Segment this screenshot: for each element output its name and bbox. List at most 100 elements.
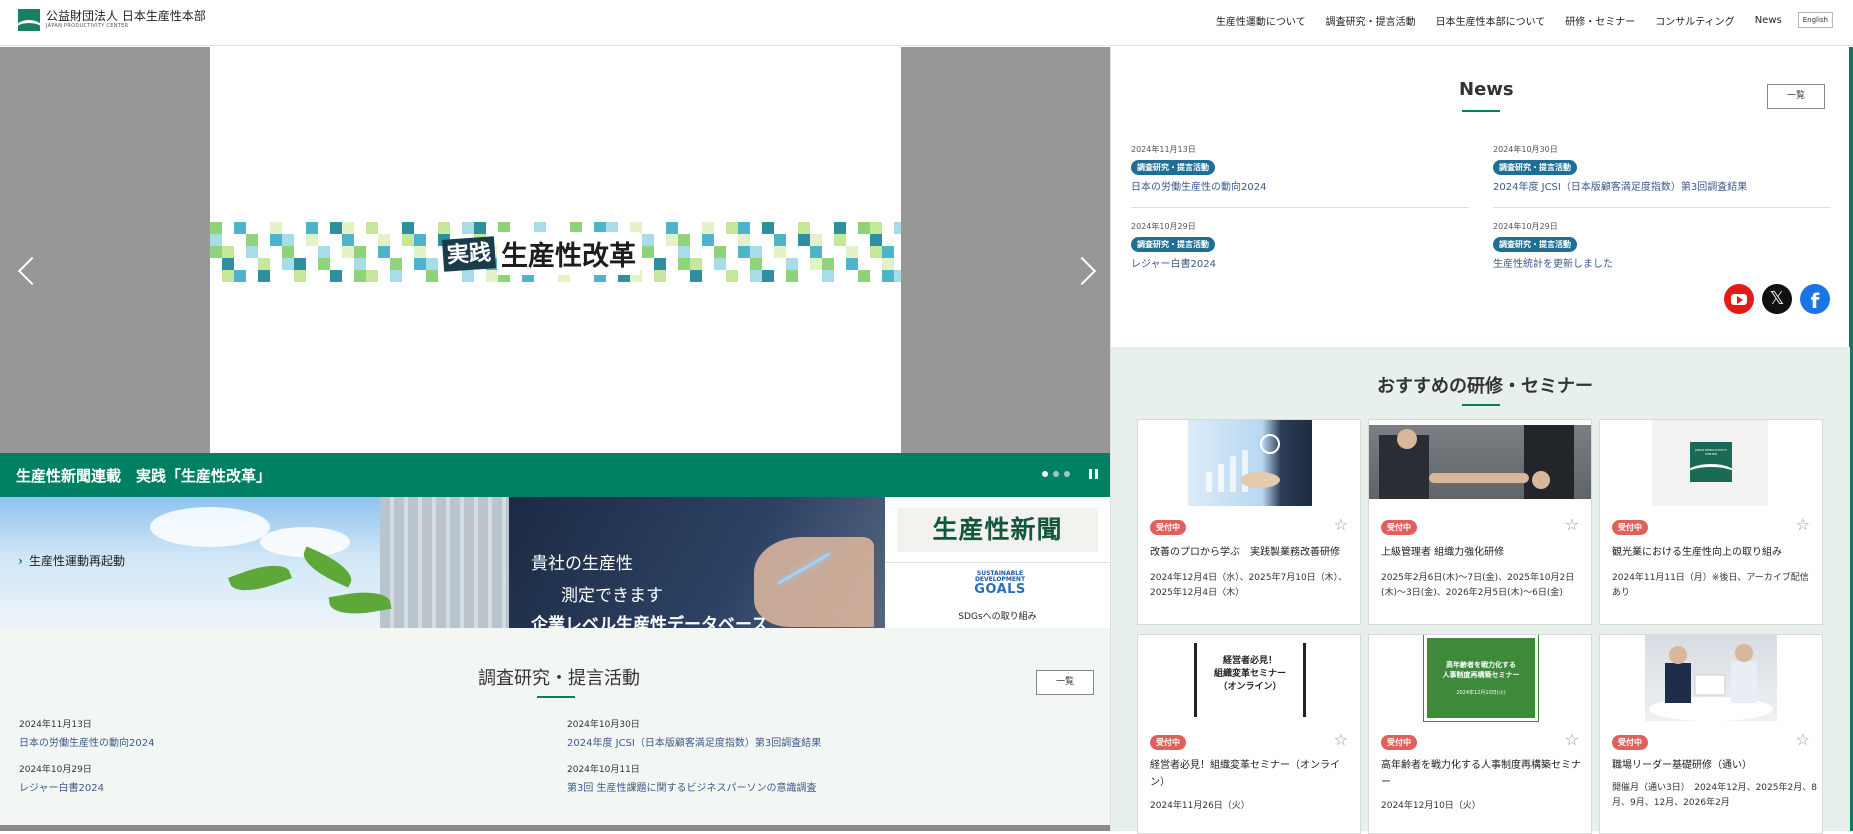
banner-restart-label: 生産性運動再起動 bbox=[18, 552, 125, 569]
checker-square bbox=[702, 222, 714, 234]
checker-square bbox=[798, 234, 810, 246]
seminar-title-rule bbox=[1462, 404, 1500, 406]
checker-square bbox=[354, 258, 366, 270]
checker-square bbox=[402, 234, 414, 246]
hero-title: 生産性改革 bbox=[497, 232, 641, 275]
youtube-icon[interactable] bbox=[1724, 284, 1754, 314]
checker-square bbox=[810, 234, 822, 246]
seminar-card[interactable]: 受付中 ☆ 上級管理者 組織力強化研修 2025年2月6日(木)～7日(金)、2… bbox=[1368, 419, 1592, 625]
checker-square bbox=[762, 222, 774, 234]
pause-icon[interactable] bbox=[1089, 469, 1098, 479]
research-title: 調査研究・提言活動 bbox=[478, 668, 640, 689]
news-link[interactable]: 日本の労働生産性の動向2024 bbox=[1131, 178, 1471, 193]
banner-restart[interactable]: 生産性運動再起動 bbox=[0, 497, 509, 628]
nav-about[interactable]: 日本生産性本部について bbox=[1436, 13, 1546, 28]
checker-square bbox=[690, 258, 702, 270]
checker-square bbox=[318, 258, 330, 270]
checker-square bbox=[306, 222, 318, 234]
checker-square bbox=[714, 258, 726, 270]
seminar-card[interactable]: 高年齢者を戦力化する 人事制度再構築セミナー 2024年12月10日(火) 受付… bbox=[1368, 634, 1592, 834]
newspaper-logo: 生産性新聞 bbox=[897, 508, 1098, 552]
research-link[interactable]: レジャー白書2024 bbox=[19, 779, 104, 794]
research-date: 2024年11月13日 bbox=[19, 720, 92, 730]
favorite-star-icon[interactable]: ☆ bbox=[1565, 515, 1579, 534]
hero-slide[interactable]: 実践 生産性改革 bbox=[210, 47, 901, 453]
checker-square bbox=[222, 270, 234, 282]
carousel-next-icon[interactable] bbox=[1078, 257, 1096, 287]
card-date: 2024年12月10日（火） bbox=[1381, 801, 1481, 811]
news-more-button[interactable]: 一覧 bbox=[1767, 84, 1825, 109]
card-image bbox=[1645, 635, 1777, 721]
banner-sdgs[interactable]: SUSTAINABLE DEVELOPMENT GOALS SDGsへの取り組み bbox=[885, 563, 1110, 628]
checker-square bbox=[294, 258, 306, 270]
card-date: 開催月（通い3日） 2024年12月、2025年2月、8月、9月、12月、202… bbox=[1612, 783, 1817, 808]
card5-image-line1: 高年齢者を戦力化する bbox=[1446, 661, 1516, 669]
facebook-icon[interactable]: f bbox=[1800, 284, 1830, 314]
language-button[interactable]: English bbox=[1797, 12, 1833, 28]
seminar-card[interactable]: 受付中 ☆ 改善のプロから学ぶ 実践製業務改善研修 2024年12月4日（水）、… bbox=[1137, 419, 1361, 625]
banner-db-line1: 貴社の生産性 bbox=[531, 554, 633, 574]
banner-newspaper[interactable]: 生産性新聞 bbox=[885, 497, 1110, 563]
checker-square bbox=[786, 270, 798, 282]
nav-seminars[interactable]: 研修・セミナー bbox=[1565, 13, 1635, 28]
research-link[interactable]: 2024年度 JCSI（日本版顧客満足度指数）第3回調査結果 bbox=[567, 734, 821, 749]
nav-research[interactable]: 調査研究・提言活動 bbox=[1326, 13, 1416, 28]
card-image: 経営者必見！ 組織変革セミナー （オンライン） bbox=[1194, 635, 1306, 721]
checker-square bbox=[786, 258, 798, 270]
research-link[interactable]: 第3回 生産性課題に関するビジネスパーソンの意識調査 bbox=[567, 779, 817, 794]
research-link[interactable]: 日本の労働生産性の動向2024 bbox=[19, 734, 154, 749]
favorite-star-icon[interactable]: ☆ bbox=[1796, 730, 1810, 749]
checker-square bbox=[282, 246, 294, 258]
checker-square bbox=[870, 222, 882, 234]
news-item: 2024年10月29日 調査研究・提言活動 生産性統計を更新しました bbox=[1493, 222, 1833, 270]
news-tag[interactable]: 調査研究・提言活動 bbox=[1493, 237, 1577, 252]
card-image bbox=[1369, 425, 1591, 499]
favorite-star-icon[interactable]: ☆ bbox=[1334, 515, 1348, 534]
news-date: 2024年10月29日 bbox=[1493, 222, 1558, 231]
seminar-card[interactable]: 受付中 ☆ 職場リーダー基礎研修（通い） 開催月（通い3日） 2024年12月、… bbox=[1599, 634, 1823, 834]
sdgs-goals-text: GOALS bbox=[974, 582, 1026, 597]
checker-square bbox=[882, 246, 894, 258]
news-link[interactable]: 2024年度 JCSI（日本版顧客満足度指数）第3回調査結果 bbox=[1493, 178, 1833, 193]
news-link[interactable]: レジャー白書2024 bbox=[1131, 255, 1471, 270]
hero-carousel: 実践 生産性改革 bbox=[0, 47, 1110, 453]
checker-square bbox=[642, 246, 654, 258]
checker-square bbox=[810, 246, 822, 258]
x-twitter-icon[interactable]: 𝕏 bbox=[1762, 284, 1792, 314]
site-header: 公益財団法人 日本生産性本部 JAPAN PRODUCTIVITY CENTER… bbox=[0, 0, 1853, 46]
card-date: 2025年2月6日(木)～7日(金)、2025年10月2日(木)～3日(金)、2… bbox=[1381, 573, 1575, 598]
favorite-star-icon[interactable]: ☆ bbox=[1334, 730, 1348, 749]
site-logo[interactable]: 公益財団法人 日本生産性本部 JAPAN PRODUCTIVITY CENTER bbox=[18, 9, 206, 31]
research-more-button[interactable]: 一覧 bbox=[1036, 670, 1094, 695]
card5-image-line2: 人事制度再構築セミナー bbox=[1442, 671, 1520, 679]
checker-square bbox=[678, 246, 690, 258]
carousel-dot[interactable] bbox=[1053, 471, 1059, 477]
checker-square bbox=[342, 234, 354, 246]
carousel-prev-icon[interactable] bbox=[18, 257, 36, 287]
checker-square bbox=[810, 258, 822, 270]
news-tag[interactable]: 調査研究・提言活動 bbox=[1493, 160, 1577, 175]
nav-movement[interactable]: 生産性運動について bbox=[1216, 13, 1306, 28]
checker-square bbox=[414, 258, 426, 270]
nav-news[interactable]: News bbox=[1755, 15, 1782, 26]
checker-square bbox=[282, 258, 294, 270]
news-tag[interactable]: 調査研究・提言活動 bbox=[1131, 160, 1215, 175]
seminar-card[interactable]: 経営者必見！ 組織変革セミナー （オンライン） 受付中 ☆ 経営者必見！組織変革… bbox=[1137, 634, 1361, 834]
checker-square bbox=[834, 222, 846, 234]
carousel-dot[interactable] bbox=[1064, 471, 1070, 477]
favorite-star-icon[interactable]: ☆ bbox=[1796, 515, 1810, 534]
hero-caption[interactable]: 生産性新聞連載 実践「生産性改革」 bbox=[16, 465, 271, 486]
nav-consulting[interactable]: コンサルティング bbox=[1655, 13, 1734, 28]
checker-square bbox=[378, 246, 390, 258]
banner-db-line3: 企業レベル生産性データベース bbox=[531, 615, 769, 628]
checker-square bbox=[846, 246, 858, 258]
news-link[interactable]: 生産性統計を更新しました bbox=[1493, 255, 1833, 270]
seminar-card[interactable]: JAPAN PRODUCTIVITY CENTER 受付中 ☆ 観光業における生… bbox=[1599, 419, 1823, 625]
carousel-dot[interactable] bbox=[1042, 471, 1048, 477]
banner-productivity-db[interactable]: 貴社の生産性 測定できます 企業レベル生産性データベース bbox=[509, 497, 885, 628]
card-date: 2024年12月4日（水）、2025年7月10日（木）、2025年12月4日（木… bbox=[1150, 573, 1348, 598]
news-tag[interactable]: 調査研究・提言活動 bbox=[1131, 237, 1215, 252]
checker-square bbox=[354, 270, 366, 282]
favorite-star-icon[interactable]: ☆ bbox=[1565, 730, 1579, 749]
checker-square bbox=[354, 246, 366, 258]
